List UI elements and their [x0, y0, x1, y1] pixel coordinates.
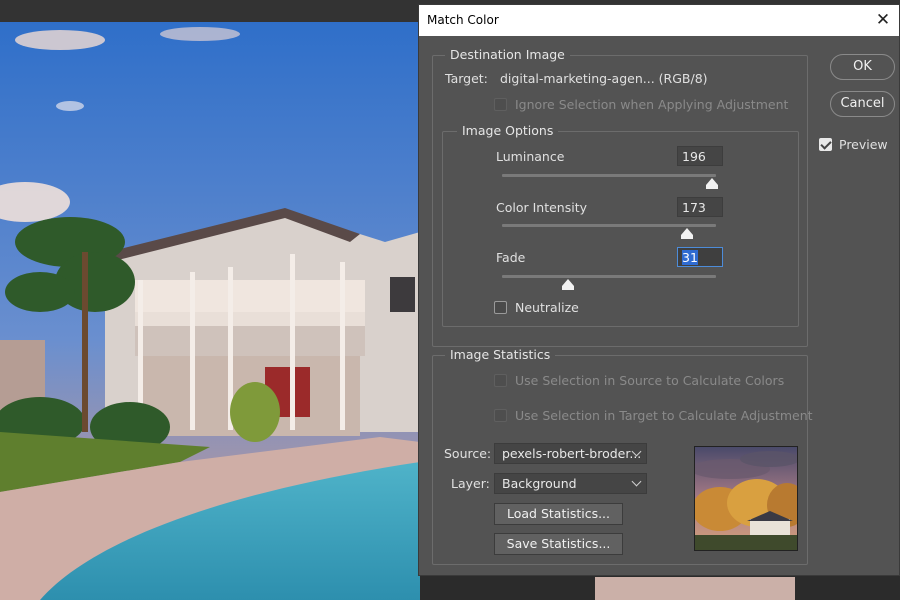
fade-label: Fade [496, 250, 525, 265]
dialog-title: Match Color [427, 13, 499, 27]
use-target-selection-label: Use Selection in Target to Calculate Adj… [515, 408, 813, 423]
layer-select-value: Background [502, 476, 577, 491]
use-target-selection-checkbox[interactable] [494, 409, 507, 422]
luminance-label: Luminance [496, 149, 564, 164]
load-statistics-button[interactable]: Load Statistics... [494, 503, 623, 525]
ignore-selection-checkbox[interactable] [494, 98, 507, 111]
layer-select[interactable]: Background [494, 473, 647, 494]
target-label: Target: [445, 71, 488, 86]
luminance-slider-track[interactable] [502, 174, 716, 177]
source-thumbnail [694, 446, 798, 551]
fade-slider-track[interactable] [502, 275, 716, 278]
color-intensity-input[interactable]: 173 [677, 197, 723, 217]
chevron-down-icon [632, 477, 642, 487]
use-source-selection-checkbox[interactable] [494, 374, 507, 387]
ok-button[interactable]: OK [830, 54, 895, 80]
color-intensity-slider-track[interactable] [502, 224, 716, 227]
color-intensity-label: Color Intensity [496, 200, 587, 215]
target-value: digital-marketing-agen... (RGB/8) [500, 71, 708, 86]
image-statistics-legend: Image Statistics [445, 347, 555, 362]
use-source-selection-label: Use Selection in Source to Calculate Col… [515, 373, 784, 388]
source-label: Source: [444, 446, 491, 461]
close-icon[interactable]: ✕ [871, 8, 895, 32]
preview-label: Preview [839, 137, 888, 152]
source-select-value: pexels-robert-broder... [502, 446, 641, 461]
destination-image-legend: Destination Image [445, 47, 570, 62]
preview-checkbox[interactable] [819, 138, 832, 151]
neutralize-checkbox[interactable] [494, 301, 507, 314]
ignore-selection-label: Ignore Selection when Applying Adjustmen… [515, 97, 788, 112]
layer-label: Layer: [451, 476, 490, 491]
neutralize-label: Neutralize [515, 300, 579, 315]
source-select[interactable]: pexels-robert-broder... [494, 443, 647, 464]
luminance-input[interactable]: 196 [677, 146, 723, 166]
save-statistics-button[interactable]: Save Statistics... [494, 533, 623, 555]
dialog-titlebar[interactable]: Match Color ✕ [419, 5, 899, 36]
image-options-legend: Image Options [457, 123, 558, 138]
fade-input-value: 31 [682, 250, 698, 265]
match-color-dialog: Match Color ✕ Destination Image Target: … [418, 4, 900, 576]
cancel-button[interactable]: Cancel [830, 91, 895, 117]
fade-input[interactable]: 31 [677, 247, 723, 267]
source-thumbnail-image [695, 447, 798, 551]
